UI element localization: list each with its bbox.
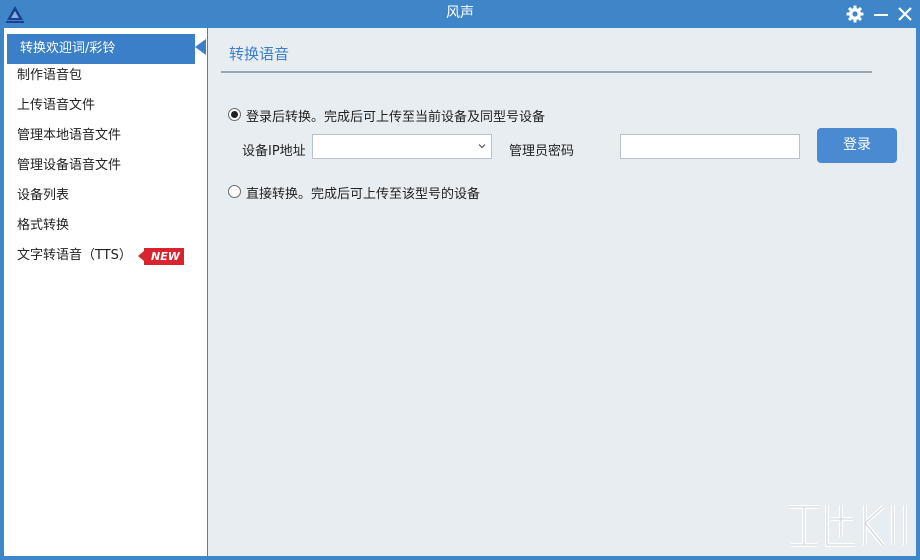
main-panel: 转换语音 登录后转换。完成后可上传至当前设备及同型号设备 设备IP地址 管理员密…: [208, 28, 916, 556]
login-button[interactable]: 登录: [817, 128, 897, 163]
sidebar-item-make-voice-pack[interactable]: 制作语音包: [4, 61, 207, 91]
admin-password-input[interactable]: [620, 134, 800, 159]
sidebar-item-tts[interactable]: 文字转语音（TTS） NEW: [4, 241, 207, 271]
direct-convert-radio[interactable]: [228, 185, 241, 198]
gear-icon[interactable]: [845, 4, 865, 24]
close-icon[interactable]: [895, 4, 915, 24]
direct-convert-label[interactable]: 直接转换。完成后可上传至该型号的设备: [246, 183, 480, 202]
login-convert-label[interactable]: 登录后转换。完成后可上传至当前设备及同型号设备: [246, 106, 545, 125]
sidebar-item-label: 制作语音包: [17, 68, 83, 83]
sidebar-item-manage-local-files[interactable]: 管理本地语音文件: [4, 121, 207, 151]
sidebar-item-label: 文字转语音（TTS）: [17, 248, 132, 263]
sidebar-item-welcome-ringtone[interactable]: 转换欢迎词/彩铃: [7, 34, 195, 64]
sidebar-item-label: 上传语音文件: [17, 98, 96, 113]
section-divider: [221, 71, 872, 73]
sidebar-item-label: 格式转换: [17, 218, 70, 233]
sidebar-item-device-list[interactable]: 设备列表: [4, 181, 207, 211]
sidebar-item-upload-voice-file[interactable]: 上传语音文件: [4, 91, 207, 121]
active-indicator-arrow: [195, 39, 206, 55]
sidebar-item-label: 管理设备语音文件: [17, 158, 122, 173]
sidebar: 转换欢迎词/彩铃 制作语音包 上传语音文件 管理本地语音文件 管理设备语音文件 …: [4, 28, 207, 556]
title-bar[interactable]: 风声: [0, 0, 920, 28]
sidebar-item-format-conversion[interactable]: 格式转换: [4, 211, 207, 241]
sidebar-item-label: 设备列表: [17, 188, 70, 203]
device-ip-value: [319, 139, 469, 155]
section-title: 转换语音: [229, 45, 290, 63]
sidebar-item-label: 转换欢迎词/彩铃: [20, 41, 116, 56]
chevron-down-icon: [478, 144, 486, 149]
sidebar-item-label: 管理本地语音文件: [17, 128, 122, 143]
admin-password-label: 管理员密码: [509, 144, 575, 159]
watermark-logo-icon: [789, 505, 907, 547]
device-ip-select[interactable]: [312, 134, 492, 159]
window-title: 风声: [446, 5, 474, 21]
minimize-icon[interactable]: [871, 4, 891, 24]
new-badge: NEW: [138, 248, 184, 265]
app-window: 风声 转换欢迎词/彩铃 制作语音包 上传语音文件 管理本地语音文件 管理设备语音…: [0, 0, 920, 560]
login-convert-radio[interactable]: [228, 108, 241, 121]
device-ip-label: 设备IP地址: [242, 144, 306, 159]
sidebar-item-manage-device-files[interactable]: 管理设备语音文件: [4, 151, 207, 181]
app-logo-icon: [6, 6, 24, 23]
